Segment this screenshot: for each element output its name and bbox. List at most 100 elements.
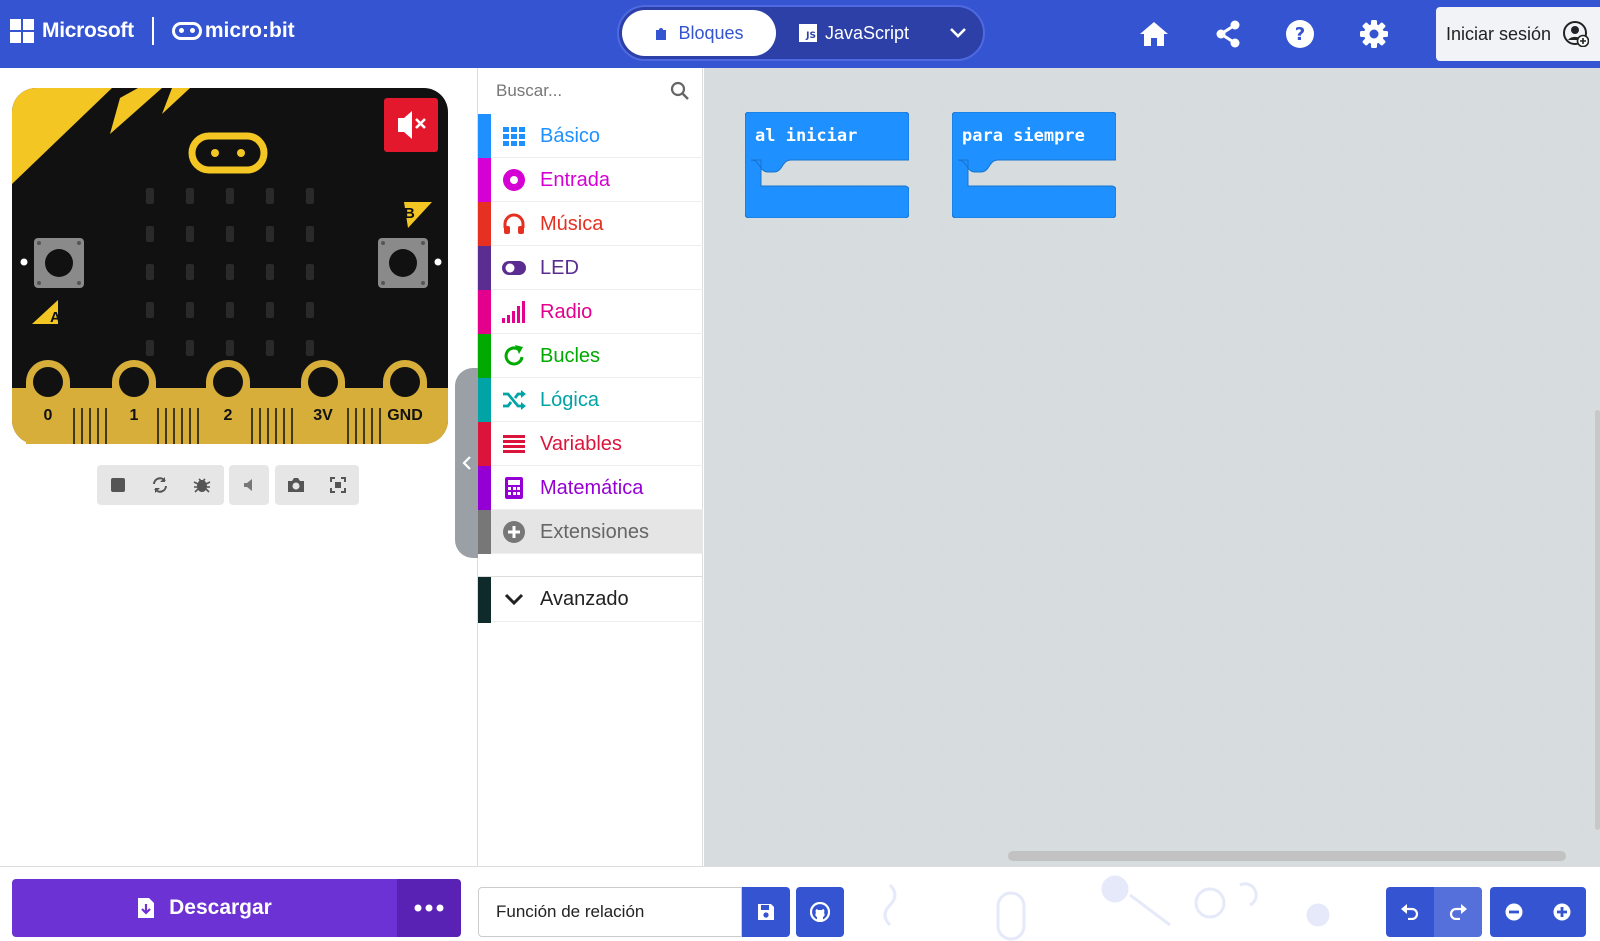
download-button[interactable]: Descargar (12, 879, 397, 937)
category-advanced[interactable]: Avanzado (478, 576, 703, 623)
zoom-out-icon (1505, 903, 1523, 921)
volume-icon (244, 479, 252, 491)
category-color-bar (478, 422, 491, 466)
on-start-block[interactable]: al iniciar (744, 111, 910, 223)
button-a-label: A (50, 309, 61, 326)
horizontal-scrollbar[interactable] (1008, 851, 1566, 861)
puzzle-icon (656, 28, 667, 40)
circle-dot-icon (503, 169, 525, 191)
background-decoration (883, 875, 1330, 941)
signin-button[interactable]: Iniciar sesión (1436, 7, 1600, 61)
category-led[interactable]: LED (478, 246, 703, 290)
chevron-left-icon (462, 456, 471, 470)
category-basic[interactable]: Básico (478, 114, 703, 158)
category-color-bar (478, 158, 491, 202)
category-math[interactable]: Matemática (478, 466, 703, 510)
category-input[interactable]: Entrada (478, 158, 703, 202)
zoom-in-button[interactable] (1538, 887, 1586, 937)
volume-button[interactable] (229, 465, 269, 505)
category-variables[interactable]: Variables (478, 422, 703, 466)
simulator-panel: A B 0 1 2 3V GND (0, 68, 479, 866)
category-logic[interactable]: Lógica (478, 378, 703, 422)
gear-icon (1360, 20, 1388, 48)
restart-button[interactable] (139, 465, 181, 505)
zoom-out-button[interactable] (1490, 887, 1538, 937)
bottom-bar: Descargar (0, 866, 1600, 941)
category-label: Entrada (540, 169, 611, 191)
button-a[interactable] (34, 238, 84, 288)
screenshot-button[interactable] (275, 465, 317, 505)
download-options-button[interactable] (397, 879, 461, 937)
save-icon (758, 904, 774, 920)
category-label: Matemática (540, 477, 644, 499)
grid-icon (503, 127, 525, 146)
save-button[interactable] (742, 887, 790, 937)
category-label: LED (540, 257, 579, 279)
category-color-bar (478, 202, 491, 246)
category-color-bar (478, 334, 491, 378)
home-button[interactable] (1134, 14, 1174, 54)
category-music[interactable]: Música (478, 202, 703, 246)
restart-icon (153, 477, 167, 493)
category-color-bar (478, 114, 491, 158)
blocks-workspace[interactable]: al iniciar para siempre (704, 68, 1600, 866)
button-b[interactable] (378, 238, 428, 288)
forever-label: para siempre (962, 126, 1085, 146)
forever-block[interactable]: para siempre (951, 111, 1117, 223)
simulator-controls (97, 465, 224, 505)
js-icon: JS (799, 24, 817, 42)
fullscreen-icon (330, 477, 346, 493)
user-add-icon (1563, 21, 1590, 47)
debug-button[interactable] (181, 465, 223, 505)
zoom-in-icon (1553, 903, 1571, 921)
pin-label: 2 (224, 407, 233, 424)
screenshot-icon (288, 478, 304, 492)
brand-divider (151, 17, 154, 45)
microsoft-label: Microsoft (42, 19, 134, 42)
headphones-icon (503, 213, 525, 234)
svg-text:?: ? (1295, 24, 1305, 45)
stop-button[interactable] (97, 465, 139, 505)
redo-button[interactable] (1434, 887, 1482, 937)
microbit-logo-icon[interactable] (171, 22, 202, 40)
microbit-board[interactable]: A B 0 1 2 3V GND (12, 88, 448, 444)
microbit-label[interactable]: micro:bit (205, 19, 295, 43)
search-icon[interactable] (670, 81, 690, 101)
category-label: Básico (540, 125, 601, 147)
chevron-down-icon (950, 28, 966, 38)
language-dropdown-button[interactable] (943, 10, 973, 56)
undo-button[interactable] (1386, 887, 1434, 937)
category-loops[interactable]: Bucles (478, 334, 703, 378)
pin-label: 0 (44, 407, 53, 424)
button-b-label: B (404, 205, 415, 222)
mute-button[interactable] (384, 98, 438, 152)
github-icon (810, 902, 830, 922)
tab-blocks[interactable]: Bloques (622, 10, 776, 56)
fullscreen-button[interactable] (317, 465, 359, 505)
category-label: Radio (540, 301, 593, 323)
project-name-input[interactable] (478, 887, 742, 937)
undo-icon (1401, 904, 1419, 920)
category-label: Bucles (540, 345, 601, 367)
settings-button[interactable] (1354, 14, 1394, 54)
calculator-icon (505, 477, 523, 499)
category-color-bar (478, 246, 491, 290)
signal-bars-icon (502, 301, 525, 323)
toggle-icon (502, 261, 526, 275)
collapse-simulator-button[interactable] (455, 368, 479, 558)
debug-icon (193, 478, 211, 493)
share-button[interactable] (1208, 14, 1248, 54)
category-radio[interactable]: Radio (478, 290, 703, 334)
category-label: Extensiones (540, 521, 649, 543)
vertical-scrollbar[interactable] (1595, 410, 1600, 830)
github-button[interactable] (796, 887, 844, 937)
category-color-bar (478, 466, 491, 510)
help-button[interactable]: ? (1280, 14, 1320, 54)
search-input[interactable] (496, 81, 661, 101)
category-extensions[interactable]: Extensiones (478, 510, 703, 554)
tab-javascript[interactable]: JS JavaScript (799, 10, 929, 56)
category-color-bar (478, 577, 491, 623)
category-label: Avanzado (540, 588, 629, 610)
top-bar: Microsoft micro:bit Bloques JS JavaScrip… (0, 0, 1600, 68)
plus-circle-icon (503, 521, 525, 543)
